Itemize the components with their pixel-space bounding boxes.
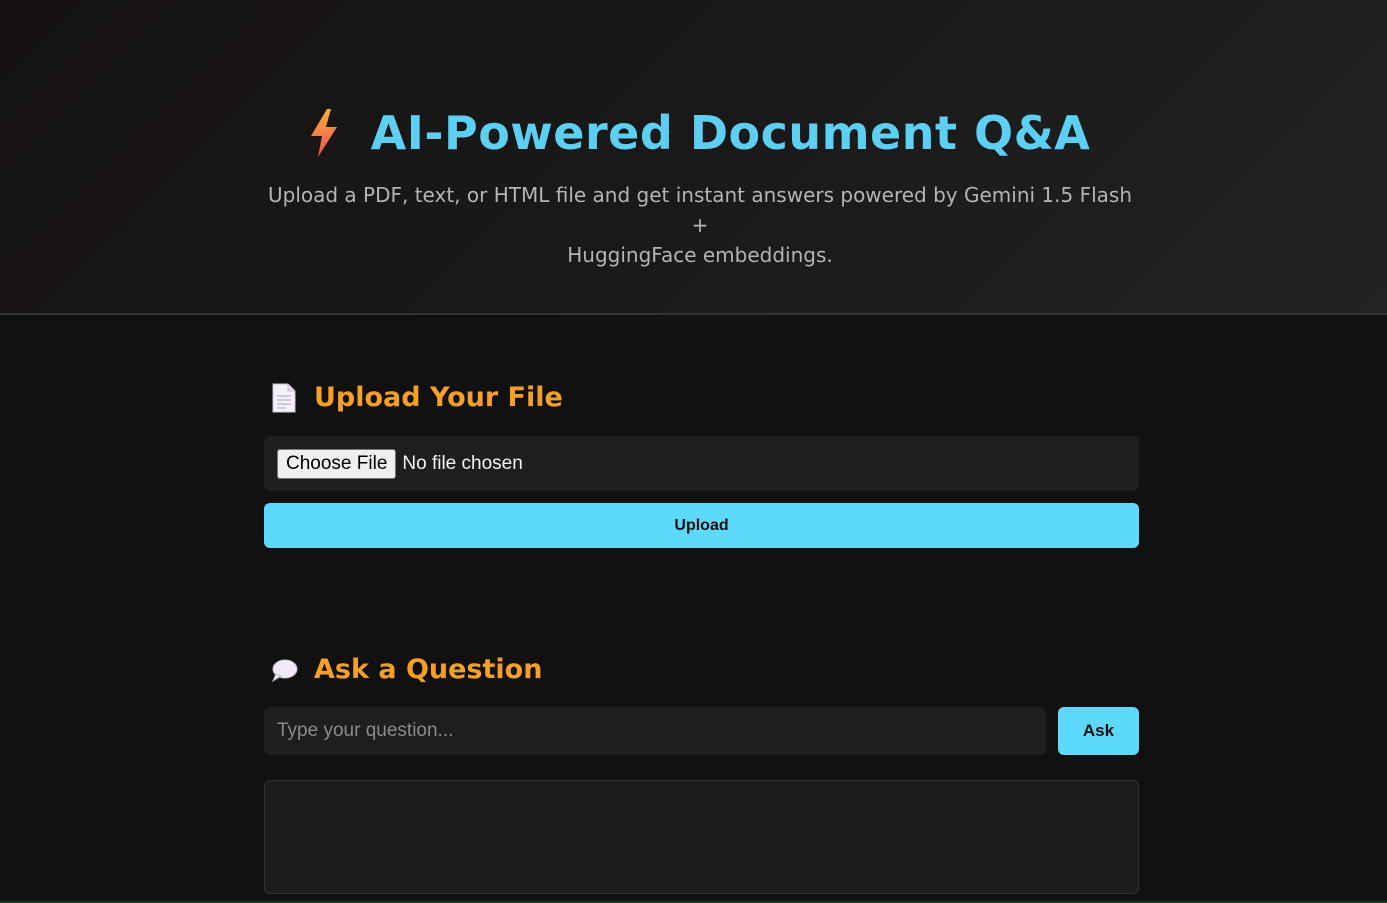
ask-button[interactable]: Ask	[1058, 707, 1139, 755]
answer-box	[264, 780, 1139, 894]
upload-section-heading: Upload Your File	[314, 382, 563, 413]
file-status-text: No file chosen	[402, 452, 523, 474]
file-input[interactable]: Choose File No file chosen	[264, 436, 1139, 491]
subtitle-line-2: HuggingFace embeddings.	[567, 243, 833, 267]
subtitle-line-1: Upload a PDF, text, or HTML file and get…	[267, 183, 1132, 237]
page-subtitle: Upload a PDF, text, or HTML file and get…	[260, 180, 1140, 270]
choose-file-button[interactable]: Choose File	[277, 448, 397, 479]
speech-bubble-icon	[271, 659, 298, 682]
question-input[interactable]	[264, 707, 1046, 755]
lightning-bolt-icon	[310, 109, 337, 157]
page-title-row: AI-Powered Document Q&A	[0, 106, 1387, 160]
hero-header: AI-Powered Document Q&A Upload a PDF, te…	[0, 0, 1387, 315]
page-title: AI-Powered Document Q&A	[370, 106, 1091, 160]
upload-section-header: Upload Your File	[270, 382, 563, 413]
ask-section-header: Ask a Question	[270, 654, 542, 685]
document-icon	[272, 383, 296, 412]
upload-button[interactable]: Upload	[264, 503, 1139, 548]
ask-section-heading: Ask a Question	[314, 654, 543, 685]
